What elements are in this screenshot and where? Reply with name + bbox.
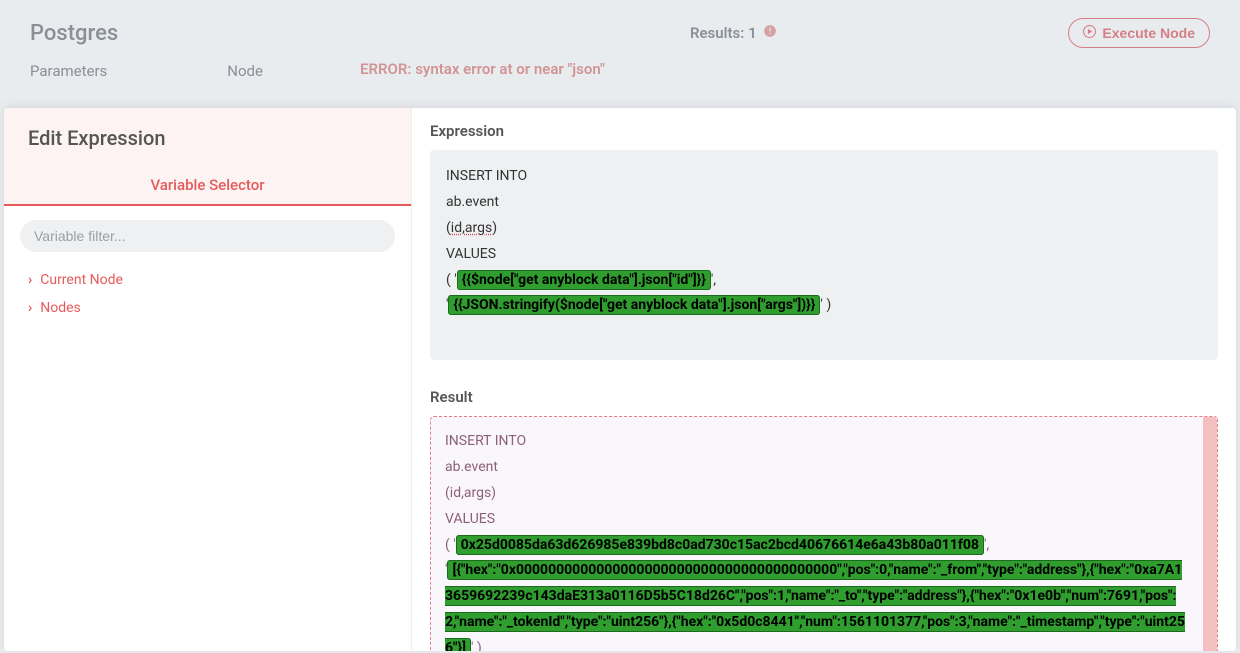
expr-line: VALUES (446, 242, 1202, 268)
right-panel: Expression INSERT INTO ab.event (id,args… (412, 108, 1236, 651)
scrollbar[interactable] (1203, 417, 1217, 651)
modal-title: Edit Expression (4, 108, 411, 166)
expr-line: '{{JSON.stringify($node["get anyblock da… (446, 293, 1202, 319)
expression-chip[interactable]: {{JSON.stringify($node["get anyblock dat… (448, 295, 820, 315)
node-title: Postgres (30, 21, 118, 46)
expr-line: INSERT INTO (446, 164, 1202, 190)
result-chip: 0x25d0085da63d626985e839bd8c0ad730c15ac2… (456, 535, 984, 555)
result-chip: [{"hex":"0x00000000000000000000000000000… (445, 560, 1185, 651)
result-line: '[{"hex":"0x0000000000000000000000000000… (445, 558, 1203, 651)
alert-icon (763, 24, 777, 42)
expression-editor[interactable]: INSERT INTO ab.event (id,args) VALUES ( … (430, 150, 1218, 360)
variable-filter-input[interactable] (20, 220, 395, 252)
result-line: ab.event (445, 455, 1203, 481)
expression-chip[interactable]: {{$node["get anyblock data"].json["id"]}… (457, 270, 711, 290)
result-line: VALUES (445, 507, 1203, 533)
tab-parameters[interactable]: Parameters (30, 62, 107, 80)
execute-node-button[interactable]: Execute Node (1068, 18, 1210, 48)
result-line: ( '0x25d0085da63d626985e839bd8c0ad730c15… (445, 533, 1203, 559)
expression-label: Expression (430, 122, 1218, 140)
variable-selector-tab[interactable]: Variable Selector (4, 166, 411, 206)
error-message: ERROR: syntax error at or near "json" (360, 60, 1220, 78)
expr-line: ( '{{$node["get anyblock data"].json["id… (446, 268, 1202, 294)
chevron-right-icon: › (28, 301, 32, 315)
expr-line: ab.event (446, 190, 1202, 216)
play-icon (1083, 25, 1096, 41)
result-label: Result (430, 388, 1218, 406)
result-line: INSERT INTO (445, 429, 1203, 455)
expr-line: (id,args) (446, 216, 1202, 242)
result-line: (id,args) (445, 481, 1203, 507)
tree-item-current-node[interactable]: › Current Node (24, 266, 391, 294)
variable-tree: › Current Node › Nodes (4, 262, 411, 326)
left-panel: Edit Expression Variable Selector › Curr… (4, 108, 412, 651)
chevron-right-icon: › (28, 273, 32, 287)
edit-expression-modal: Edit Expression Variable Selector › Curr… (4, 108, 1236, 651)
results-count: Results: 1 (690, 24, 777, 42)
result-output: INSERT INTO ab.event (id,args) VALUES ( … (430, 416, 1218, 651)
tab-node[interactable]: Node (227, 62, 263, 80)
tree-item-nodes[interactable]: › Nodes (24, 294, 391, 322)
